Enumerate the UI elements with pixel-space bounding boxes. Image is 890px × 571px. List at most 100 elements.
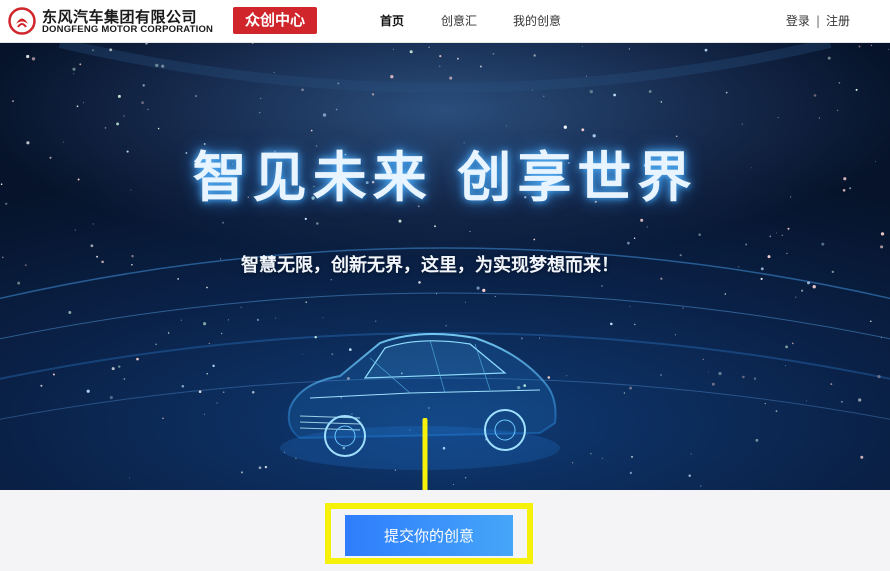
- star-dot: [157, 127, 160, 130]
- star-dot: [195, 95, 197, 97]
- star-dot: [700, 485, 702, 487]
- star-dot: [206, 372, 208, 375]
- register-link[interactable]: 注册: [826, 14, 850, 28]
- star-dot: [145, 43, 148, 45]
- dongfeng-logo-icon[interactable]: [8, 7, 36, 35]
- nav-home[interactable]: 首页: [380, 12, 404, 29]
- star-dot: [162, 417, 164, 420]
- star-dot: [208, 342, 210, 345]
- yellow-down-arrow-icon: [422, 418, 428, 490]
- star-dot: [147, 108, 149, 111]
- star-dot: [660, 277, 663, 280]
- star-dot: [784, 365, 786, 367]
- star-dot: [760, 277, 763, 280]
- star-dot: [273, 72, 275, 73]
- star-dot: [629, 471, 633, 475]
- star-dot: [781, 234, 783, 236]
- nav-my-ideas[interactable]: 我的创意: [513, 12, 561, 29]
- star-dot: [585, 75, 587, 77]
- star-dot: [840, 400, 843, 403]
- star-dot: [259, 112, 261, 114]
- star-dot: [877, 375, 881, 379]
- star-dot: [304, 217, 307, 221]
- star-dot: [92, 223, 94, 225]
- star-dot: [648, 90, 652, 93]
- star-dot: [533, 54, 536, 57]
- star-dot: [492, 52, 495, 55]
- star-dot: [79, 63, 82, 66]
- star-dot: [256, 318, 260, 322]
- star-dot: [572, 462, 574, 464]
- star-dot: [116, 122, 120, 126]
- star-dot: [725, 91, 728, 94]
- star-dot: [161, 64, 165, 68]
- star-dot: [682, 307, 684, 309]
- star-dot: [628, 48, 631, 50]
- star-dot: [83, 102, 85, 104]
- star-dot: [72, 67, 76, 71]
- star-dot: [476, 286, 480, 290]
- star-dot: [813, 94, 817, 97]
- star-dot: [836, 109, 839, 112]
- star-dot: [590, 453, 592, 455]
- star-dot: [688, 474, 691, 477]
- star-dot: [704, 48, 708, 52]
- star-dot: [640, 218, 644, 222]
- star-dot: [741, 123, 743, 125]
- star-dot: [109, 48, 113, 52]
- star-dot: [433, 225, 437, 228]
- star-dot: [633, 237, 636, 239]
- star-dot: [449, 76, 453, 80]
- star-dot: [563, 125, 567, 129]
- star-dot: [222, 221, 225, 224]
- login-link[interactable]: 登录: [786, 14, 810, 28]
- star-dot: [888, 48, 890, 50]
- star-dot: [718, 371, 722, 376]
- star-dot: [601, 285, 603, 287]
- star-dot: [482, 288, 486, 293]
- star-dot: [111, 367, 115, 371]
- star-dot: [506, 125, 507, 127]
- star-dot: [830, 383, 833, 386]
- hero-title: 智见未来 创享世界: [192, 145, 698, 209]
- star-dot: [870, 44, 872, 46]
- auth-links: 登录 | 注册: [786, 12, 850, 29]
- star-dot: [409, 50, 413, 54]
- star-dot: [755, 438, 759, 442]
- star-dot: [76, 105, 79, 108]
- star-dot: [707, 371, 709, 373]
- star-dot: [433, 247, 434, 249]
- star-dot: [630, 455, 634, 458]
- star-dot: [801, 289, 804, 292]
- star-dot: [634, 323, 636, 326]
- star-dot: [73, 72, 75, 75]
- star-dot: [795, 296, 797, 298]
- star-dot: [777, 117, 779, 119]
- star-dot: [724, 293, 727, 295]
- star-dot: [456, 57, 459, 60]
- star-dot: [180, 319, 182, 321]
- star-dot: [674, 334, 676, 336]
- brand-name-en[interactable]: DONGFENG MOTOR CORPORATION: [42, 24, 213, 35]
- nav-idea-hub[interactable]: 创意汇: [441, 12, 477, 29]
- star-dot: [68, 311, 72, 314]
- star-dot: [251, 43, 254, 44]
- star-dot: [581, 46, 583, 47]
- star-dot: [838, 82, 841, 84]
- star-dot: [90, 244, 94, 248]
- star-dot: [203, 413, 206, 415]
- star-dot: [870, 320, 872, 323]
- star-dot: [581, 128, 585, 132]
- star-dot: [812, 285, 816, 289]
- star-dot: [203, 322, 207, 326]
- star-dot: [627, 241, 630, 245]
- star-dot: [711, 382, 715, 386]
- innovation-center-badge[interactable]: 众创中心: [233, 7, 317, 34]
- hero-banner: 智见未来 创享世界 智慧无限，创新无界，这里，为实现梦想而来！: [0, 43, 890, 490]
- hero-subtitle: 智慧无限，创新无界，这里，为实现梦想而来！: [241, 255, 619, 276]
- star-dot: [785, 345, 788, 349]
- star-dot: [469, 230, 471, 232]
- star-dot: [241, 471, 243, 474]
- submit-idea-button[interactable]: 提交你的创意: [345, 515, 513, 556]
- star-dot: [155, 63, 159, 68]
